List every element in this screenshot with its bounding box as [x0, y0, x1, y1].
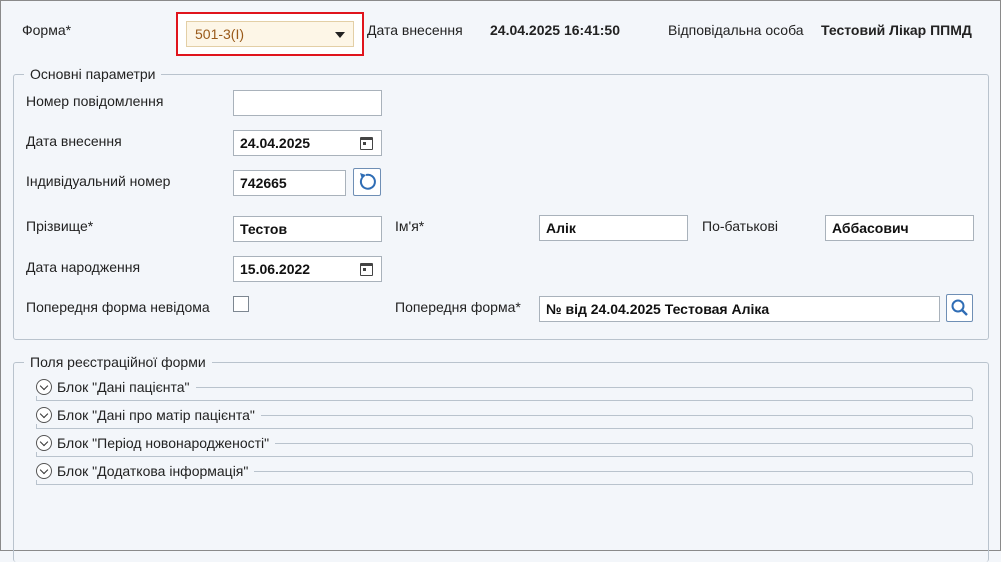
block-header[interactable]: Блок "Дані про матір пацієнта"	[36, 406, 261, 424]
block-header[interactable]: Блок "Період новонародженості"	[36, 434, 276, 452]
expand-circle-icon[interactable]	[36, 435, 52, 451]
block-label: Блок "Додаткова інформація"	[57, 463, 249, 479]
block-row[interactable]: Блок "Дані про матір пацієнта"	[36, 406, 973, 429]
prev-form-search-button[interactable]	[946, 294, 973, 322]
name-value: Алік	[546, 220, 576, 236]
refresh-icon	[359, 173, 376, 190]
surname-value: Тестов	[240, 221, 288, 237]
prev-form-unknown-checkbox[interactable]	[233, 296, 249, 312]
surname-label: Прізвище*	[26, 218, 94, 234]
form-label: Форма*	[22, 22, 72, 38]
form-select[interactable]: 501-3(І)	[186, 21, 354, 47]
name-input[interactable]: Алік	[539, 215, 688, 241]
registration-fields-title: Поля реєстраційної форми	[24, 354, 212, 370]
header-entry-date-value: 24.04.2025 16:41:50	[490, 22, 620, 38]
prev-form-input[interactable]: № від 24.04.2025 Тестовая Аліка	[539, 296, 940, 322]
form-select-value: 501-3(І)	[195, 26, 245, 42]
responsible-label: Відповідальна особа	[668, 22, 804, 38]
prev-form-value: № від 24.04.2025 Тестовая Аліка	[546, 301, 770, 317]
patronymic-input[interactable]: Аббасович	[825, 215, 974, 241]
entry-date-input[interactable]: 24.04.2025	[233, 130, 382, 156]
patronymic-value: Аббасович	[832, 220, 909, 236]
calendar-icon[interactable]	[360, 137, 373, 150]
search-icon	[951, 299, 968, 316]
regenerate-number-button[interactable]	[353, 168, 381, 196]
birth-date-input[interactable]: 15.06.2022	[233, 256, 382, 282]
chevron-down-icon	[335, 32, 345, 38]
message-number-label: Номер повідомлення	[26, 93, 164, 109]
responsible-value: Тестовий Лікар ППМД	[821, 22, 972, 38]
surname-input[interactable]: Тестов	[233, 216, 382, 242]
block-label: Блок "Дані про матір пацієнта"	[57, 407, 255, 423]
block-row[interactable]: Блок "Додаткова інформація"	[36, 462, 973, 485]
prev-form-label: Попередня форма*	[395, 299, 521, 315]
header-entry-date-label: Дата внесення	[367, 22, 463, 38]
expand-circle-icon[interactable]	[36, 463, 52, 479]
block-row[interactable]: Блок "Дані пацієнта"	[36, 378, 973, 401]
entry-date-label: Дата внесення	[26, 133, 122, 149]
birth-date-value: 15.06.2022	[240, 261, 311, 277]
patronymic-label: По-батькові	[702, 218, 779, 234]
block-header[interactable]: Блок "Додаткова інформація"	[36, 462, 255, 480]
calendar-icon[interactable]	[360, 263, 373, 276]
form-select-highlight: 501-3(І)	[176, 12, 364, 56]
expand-circle-icon[interactable]	[36, 407, 52, 423]
entry-date-value: 24.04.2025	[240, 135, 311, 151]
block-label: Блок "Період новонародженості"	[57, 435, 270, 451]
block-row[interactable]: Блок "Період новонародженості"	[36, 434, 973, 457]
block-header[interactable]: Блок "Дані пацієнта"	[36, 378, 196, 396]
main-params-title: Основні параметри	[24, 66, 162, 82]
name-label: Ім'я*	[395, 218, 425, 234]
prev-form-unknown-label: Попередня форма невідома	[26, 299, 210, 315]
expand-circle-icon[interactable]	[36, 379, 52, 395]
individual-number-label: Індивідуальний номер	[26, 173, 171, 189]
individual-number-value: 742665	[240, 175, 287, 191]
message-number-input[interactable]	[233, 90, 382, 116]
birth-date-label: Дата народження	[26, 259, 141, 275]
block-label: Блок "Дані пацієнта"	[57, 379, 190, 395]
individual-number-input[interactable]: 742665	[233, 170, 346, 196]
